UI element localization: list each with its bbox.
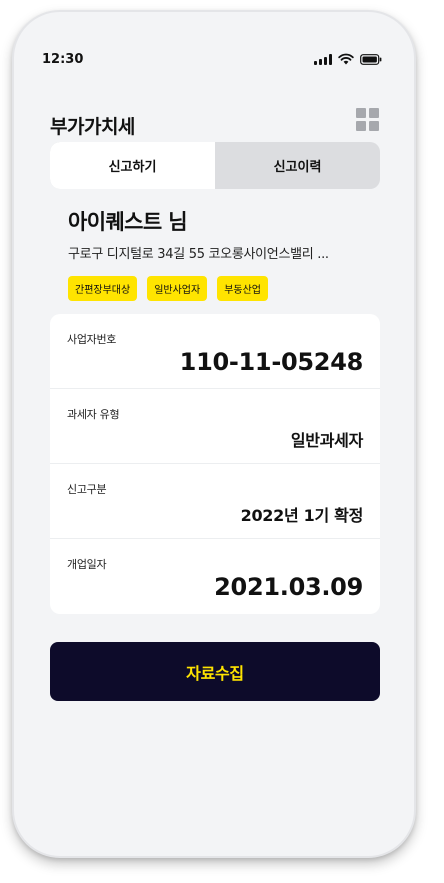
taxpayer-type-label: 과세자 유형	[67, 408, 120, 421]
info-row-business-number: 사업자번호 110-11-05248	[50, 314, 380, 388]
tag-bookkeeping-type: 간편장부대상	[68, 276, 138, 301]
status-time: 12:30	[42, 52, 84, 67]
signal-icon	[314, 53, 332, 65]
report-type-label: 신고구분	[67, 483, 107, 496]
business-info-card: 사업자번호 110-11-05248 과세자 유형 일반과세자 신고구분 202…	[50, 314, 380, 614]
company-summary: 아이퀘스트 님 구로구 디지털로 34길 55 코오롱사이언스밸리 ... 간편…	[68, 206, 374, 301]
opening-date-value: 2021.03.09	[214, 573, 363, 601]
phone-frame: 12:30 부가가치세 신고하기 신고이력 아이퀘스트 님 구로구 디지털로 3…	[12, 10, 416, 858]
grid-menu-icon[interactable]	[356, 108, 380, 132]
report-type-value: 2022년 1기 확정	[240, 506, 364, 525]
tab-file-report[interactable]: 신고하기	[50, 142, 215, 189]
page-title: 부가가치세	[50, 116, 135, 138]
collect-data-button[interactable]: 자료수집	[50, 642, 380, 701]
opening-date-label: 개업일자	[67, 558, 107, 571]
company-name: 아이퀘스트 님	[68, 210, 188, 234]
tag-business-type: 일반사업자	[147, 276, 208, 301]
tag-industry: 부동산업	[217, 276, 269, 301]
business-number-value: 110-11-05248	[179, 348, 364, 376]
status-bar: 12:30	[14, 50, 414, 70]
business-tags: 간편장부대상 일반사업자 부동산업	[68, 276, 374, 301]
battery-icon	[360, 53, 382, 65]
tab-bar: 신고하기 신고이력	[50, 142, 380, 189]
wifi-icon	[338, 53, 354, 65]
info-row-opening-date: 개업일자 2021.03.09	[50, 539, 380, 613]
info-row-taxpayer-type: 과세자 유형 일반과세자	[50, 389, 380, 463]
app-header: 부가가치세	[50, 108, 380, 138]
taxpayer-type-value: 일반과세자	[290, 431, 363, 450]
business-number-label: 사업자번호	[67, 333, 117, 346]
status-icons	[314, 53, 382, 65]
info-row-report-type: 신고구분 2022년 1기 확정	[50, 464, 380, 538]
company-address: 구로구 디지털로 34길 55 코오롱사이언스밸리 ...	[68, 247, 329, 262]
tab-report-history[interactable]: 신고이력	[215, 142, 380, 189]
